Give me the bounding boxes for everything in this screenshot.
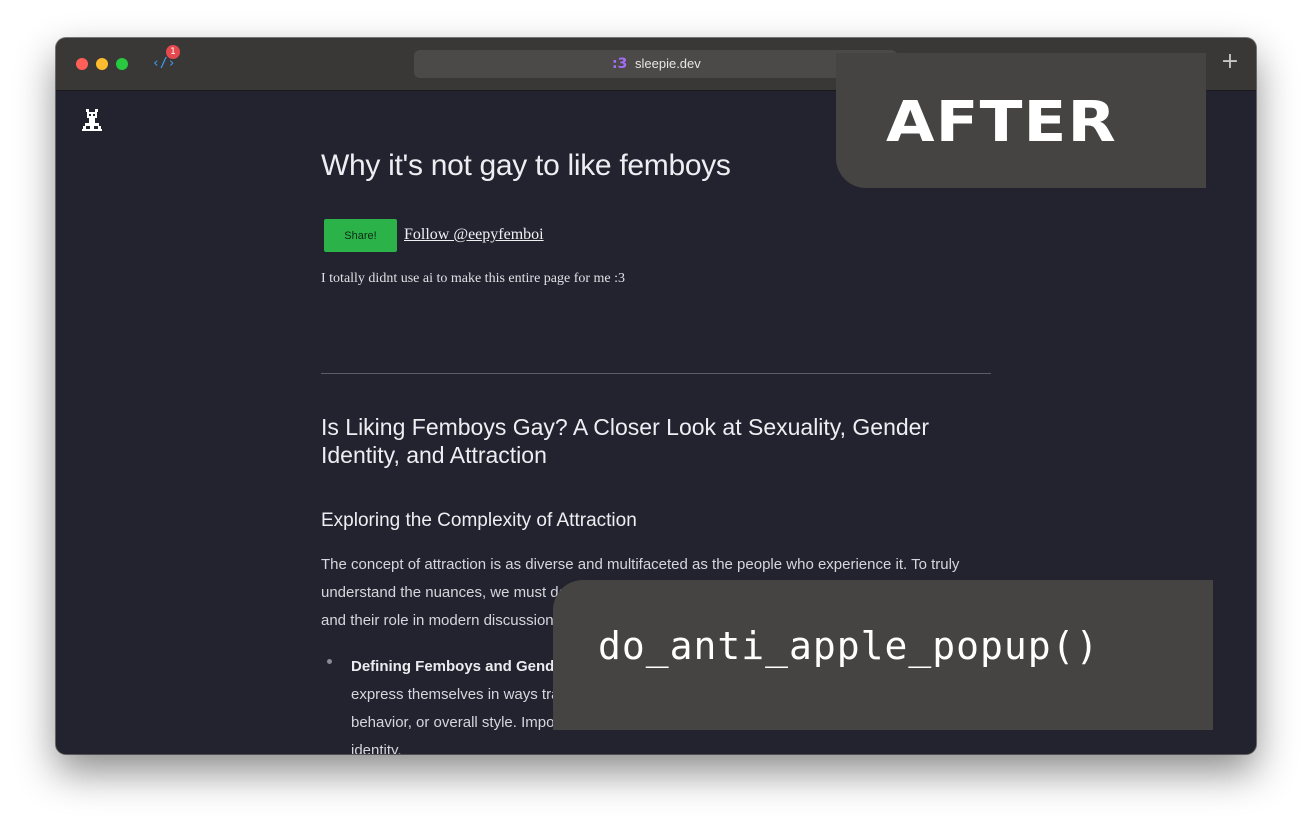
after-label: AFTER bbox=[886, 90, 1117, 155]
article-heading: Is Liking Femboys Gay? A Closer Look at … bbox=[321, 414, 930, 468]
share-button[interactable]: Share! bbox=[324, 219, 397, 252]
minimize-window-button[interactable] bbox=[96, 58, 108, 70]
close-window-button[interactable] bbox=[76, 58, 88, 70]
new-tab-icon[interactable]: + bbox=[1220, 50, 1240, 74]
tagline-text: I totally didnt use ai to make this enti… bbox=[321, 271, 626, 286]
follow-link[interactable]: Follow @eepyfemboi bbox=[404, 226, 544, 244]
code-label: do_anti_apple_popup() bbox=[598, 624, 1100, 668]
notification-badge: 1 bbox=[166, 45, 180, 59]
zoom-window-button[interactable] bbox=[116, 58, 128, 70]
pixel-cat-logo-icon[interactable] bbox=[80, 107, 104, 133]
after-overlay: AFTER bbox=[836, 53, 1206, 188]
divider bbox=[321, 373, 991, 374]
bullet-icon bbox=[327, 659, 332, 664]
code-overlay: do_anti_apple_popup() bbox=[553, 580, 1213, 730]
section-heading: Exploring the Complexity of Attraction bbox=[321, 510, 637, 531]
url-text: sleepie.dev bbox=[635, 56, 701, 71]
page-title: Why it's not gay to like femboys bbox=[321, 149, 731, 182]
address-bar[interactable]: :3 sleepie.dev bbox=[414, 50, 897, 78]
site-favicon-icon: :3 bbox=[612, 56, 628, 72]
